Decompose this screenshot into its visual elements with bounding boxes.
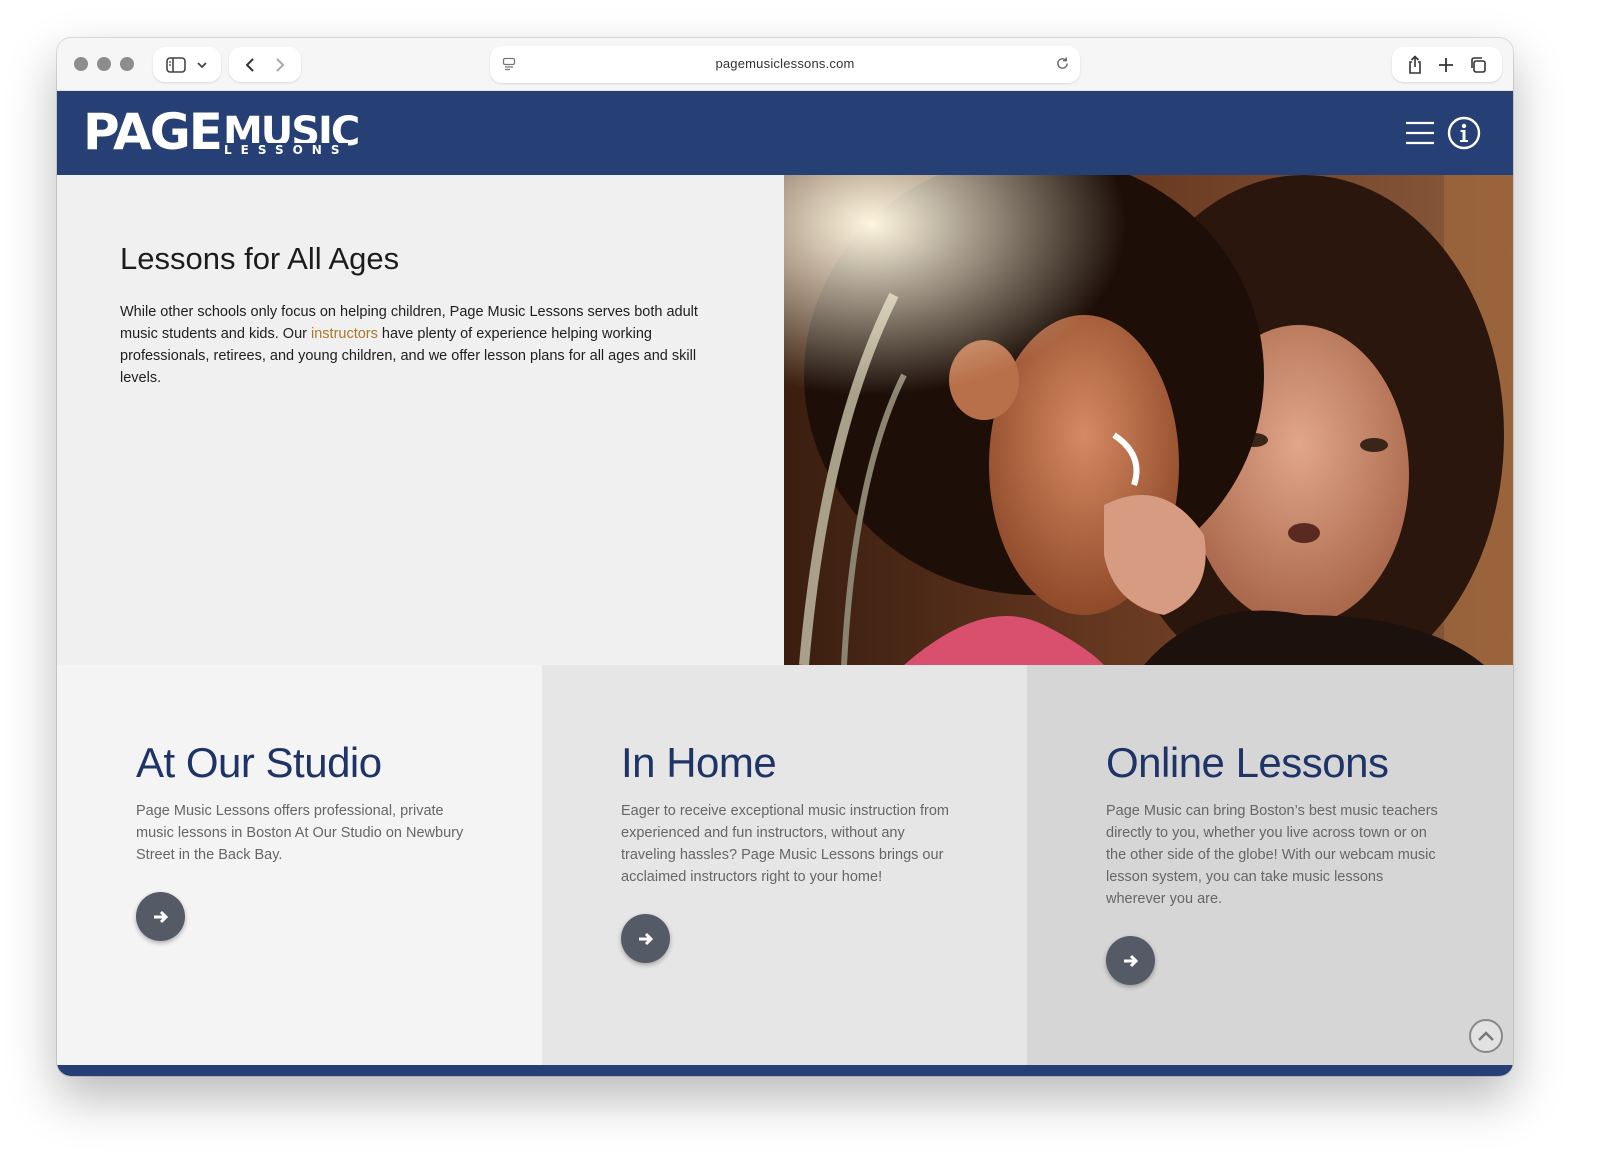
- hero-text-panel: Lessons for All Ages While other schools…: [57, 175, 784, 665]
- browser-toolbar: pagemusiclessons.com: [57, 38, 1513, 91]
- logo-page-text: PAGE: [83, 103, 223, 161]
- chevron-up-icon: [1477, 1030, 1495, 1042]
- card-in-home: In Home Eager to receive exceptional mus…: [542, 665, 1027, 1065]
- card-text: Page Music can bring Boston’s best music…: [1106, 803, 1438, 907]
- hero-title: Lessons for All Ages: [120, 241, 400, 276]
- forward-icon[interactable]: [274, 57, 286, 73]
- at-our-studio-arrow-button[interactable]: [136, 892, 185, 941]
- minimize-window-button[interactable]: [97, 57, 111, 71]
- sidebar-icon[interactable]: [166, 56, 186, 73]
- arrow-right-icon: [1123, 954, 1139, 968]
- address-bar[interactable]: pagemusiclessons.com: [490, 46, 1080, 83]
- close-window-button[interactable]: [74, 57, 88, 71]
- page-music-logo[interactable]: PAGE MUSIC LESSONS: [83, 103, 360, 161]
- hero-paragraph: While other schools only focus on helpin…: [120, 301, 720, 389]
- chevron-down-icon[interactable]: [196, 61, 208, 69]
- card-title: At Our Studio: [136, 739, 382, 786]
- tab-overview-icon[interactable]: [1469, 56, 1487, 74]
- new-tab-icon[interactable]: [1438, 57, 1454, 73]
- card-text: Eager to receive exceptional music instr…: [621, 803, 950, 885]
- site-header: PAGE MUSIC LESSONS: [57, 91, 1513, 175]
- footer-bar: [57, 1065, 1513, 1076]
- url-text: pagemusiclessons.com: [715, 56, 855, 71]
- back-icon[interactable]: [244, 57, 256, 73]
- reload-icon[interactable]: [1055, 56, 1070, 71]
- card-at-our-studio: At Our Studio Page Music Lessons offers …: [57, 665, 542, 1065]
- sidebar-toggle-group: [153, 47, 221, 82]
- browser-actions-group: [1392, 47, 1502, 82]
- zoom-window-button[interactable]: [120, 57, 134, 71]
- arrow-right-icon: [153, 910, 169, 924]
- arrow-right-icon: [638, 932, 654, 946]
- hamburger-menu-icon[interactable]: [1405, 120, 1435, 146]
- instructors-link[interactable]: instructors: [311, 326, 378, 342]
- share-icon[interactable]: [1407, 54, 1423, 75]
- history-nav-group: [229, 47, 301, 82]
- card-title: In Home: [621, 739, 777, 786]
- logo-lessons-text: LESSONS: [221, 143, 349, 157]
- card-online-lessons: Online Lessons Page Music can bring Bost…: [1027, 665, 1513, 1065]
- card-title: Online Lessons: [1106, 739, 1389, 786]
- online-lessons-arrow-button[interactable]: [1106, 936, 1155, 985]
- browser-window: pagemusiclessons.com PAGE MUSIC LESSONS: [57, 38, 1513, 1076]
- scroll-to-top-button[interactable]: [1469, 1019, 1503, 1053]
- info-icon[interactable]: [1447, 116, 1481, 150]
- hero-photo-teacher-student: [784, 175, 1513, 665]
- hero-section: Lessons for All Ages While other schools…: [57, 175, 1513, 665]
- window-controls: [74, 57, 134, 71]
- card-text: Page Music Lessons offers professional, …: [136, 803, 464, 863]
- lesson-options: At Our Studio Page Music Lessons offers …: [57, 665, 1513, 1065]
- in-home-arrow-button[interactable]: [621, 914, 670, 963]
